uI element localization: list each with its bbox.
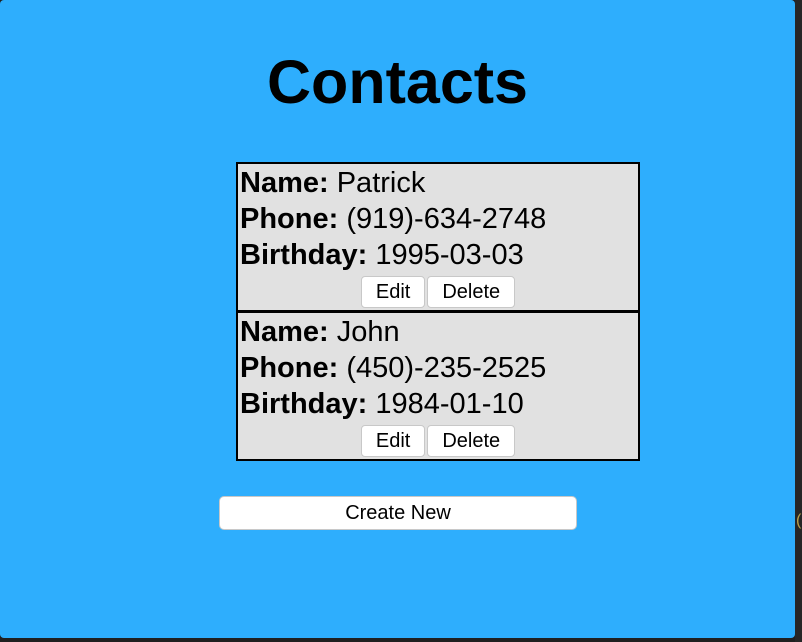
contact-phone: (450)-235-2525 [346, 352, 547, 384]
birthday-label: Birthday: [240, 239, 368, 271]
contact-name-row: Name: Patrick [240, 165, 636, 201]
name-label: Name: [240, 167, 329, 199]
contact-phone-row: Phone: (450)-235-2525 [240, 350, 636, 386]
contact-card: Name: John Phone: (450)-235-2525 Birthda… [236, 311, 640, 461]
contact-name: John [336, 316, 400, 348]
page-title: Contacts [267, 48, 528, 116]
contact-birthday: 1995-03-03 [375, 239, 524, 271]
contact-name: Patrick [336, 167, 426, 199]
contact-birthday: 1984-01-10 [375, 388, 524, 420]
contact-list: Name: Patrick Phone: (919)-634-2748 Birt… [236, 162, 640, 461]
delete-button[interactable]: Delete [427, 276, 516, 308]
name-label: Name: [240, 316, 329, 348]
app-window: Contacts Name: Patrick Phone: (919)-634-… [0, 0, 795, 638]
contact-card: Name: Patrick Phone: (919)-634-2748 Birt… [236, 162, 640, 312]
contact-phone-row: Phone: (919)-634-2748 [240, 201, 636, 237]
create-new-button[interactable]: Create New [219, 496, 577, 530]
edit-button[interactable]: Edit [360, 425, 426, 457]
background-partial-text: ( [796, 512, 802, 529]
contact-name-row: Name: John [240, 314, 636, 350]
edit-button[interactable]: Edit [360, 276, 426, 308]
contact-actions: Edit Delete [238, 276, 638, 308]
birthday-label: Birthday: [240, 388, 368, 420]
contact-phone: (919)-634-2748 [346, 203, 547, 235]
contact-birthday-row: Birthday: 1995-03-03 [240, 237, 636, 273]
background-window-edge [795, 0, 802, 642]
phone-label: Phone: [240, 352, 339, 384]
contact-actions: Edit Delete [238, 425, 638, 457]
delete-button[interactable]: Delete [427, 425, 516, 457]
phone-label: Phone: [240, 203, 339, 235]
contact-birthday-row: Birthday: 1984-01-10 [240, 386, 636, 422]
